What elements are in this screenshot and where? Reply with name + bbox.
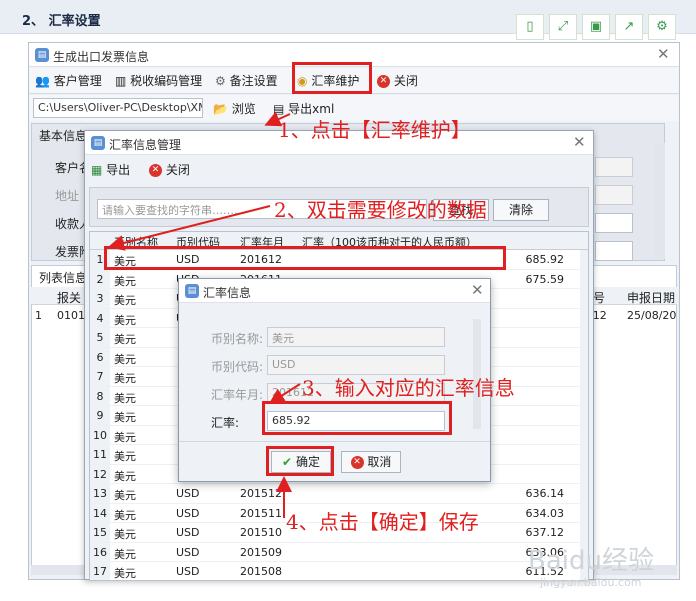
annotation-step3: 3、输入对应的汇率信息 xyxy=(302,376,515,400)
annotation-step1: 1、点击【汇率维护】 xyxy=(278,118,471,142)
watermark-logo: Baidu经验 xyxy=(528,546,654,576)
arrow-step2 xyxy=(108,205,271,251)
annotation-step4: 4、点击【确定】保存 xyxy=(286,510,479,534)
arrow-step3 xyxy=(268,383,301,405)
annotation-step2: 2、双击需要修改的数据 xyxy=(274,198,487,222)
watermark-url: jingyan.baidu.com xyxy=(540,576,642,589)
